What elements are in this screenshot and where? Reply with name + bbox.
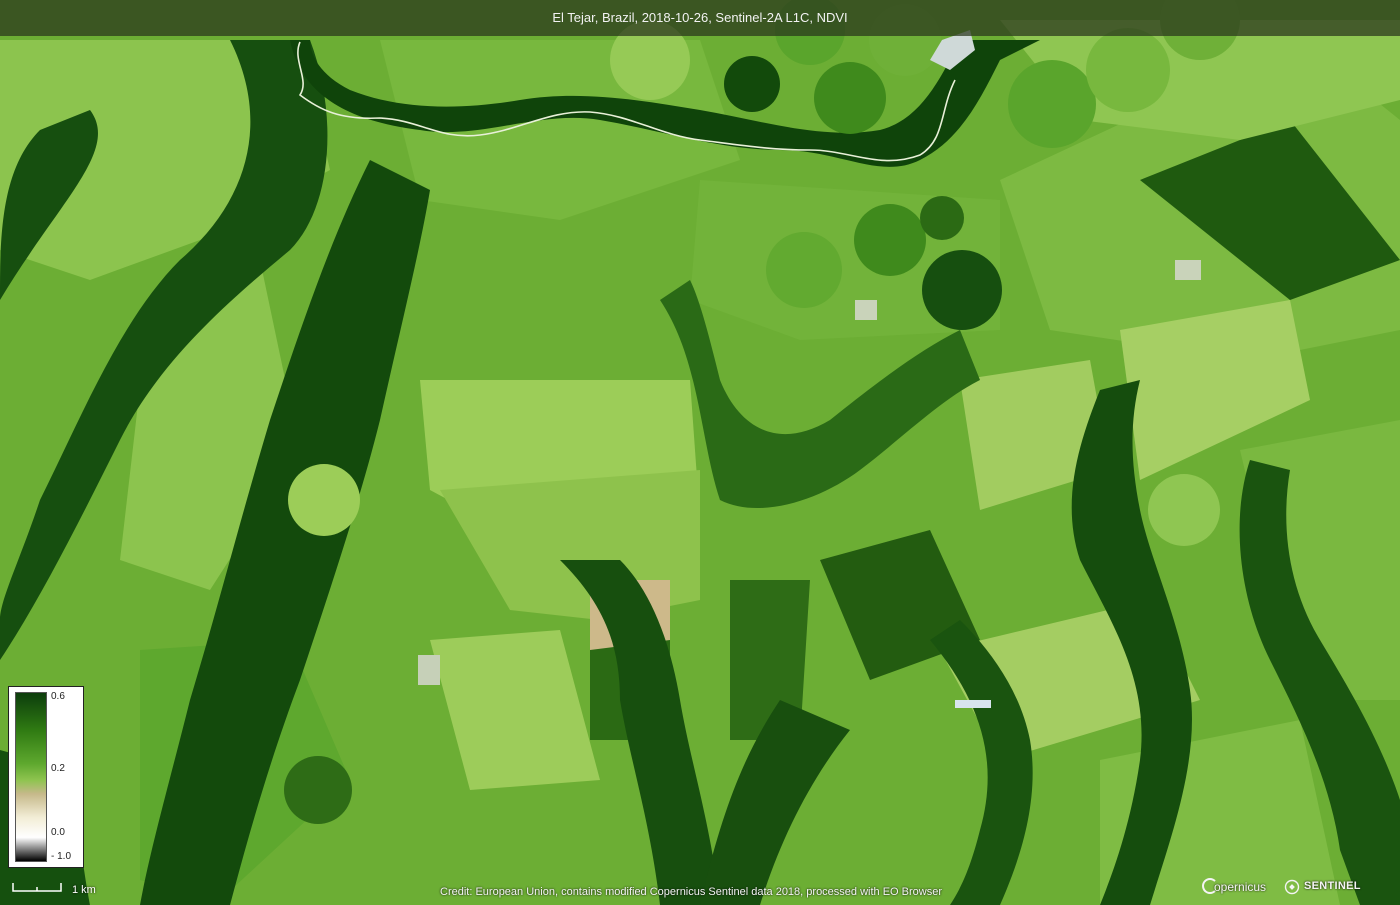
sentinel-logo: SENTINEL: [1284, 876, 1368, 898]
farm-buildings: [1175, 260, 1201, 280]
pivot-field: [922, 250, 1002, 330]
legend-tick-mid: 0.2: [51, 763, 65, 774]
pivot-field: [284, 756, 352, 824]
sentinel-logo-text: SENTINEL: [1304, 880, 1361, 892]
scale-bar-icon: [12, 883, 62, 892]
legend-color-ramp: [15, 692, 47, 862]
farm-buildings: [418, 655, 440, 685]
pivot-field: [1086, 28, 1170, 112]
ndvi-legend: 0.6 0.2 0.0 - 1.0: [8, 686, 84, 868]
reservoir: [955, 700, 991, 708]
legend-tick-min: - 1.0: [51, 851, 72, 862]
map-title-bar: El Tejar, Brazil, 2018-10-26, Sentinel-2…: [0, 0, 1400, 36]
pivot-field: [288, 464, 360, 536]
copernicus-logo-text: opernicus: [1214, 880, 1267, 894]
pivot-field: [766, 232, 842, 308]
farm-buildings: [855, 300, 877, 320]
pivot-field: [920, 196, 964, 240]
map-view[interactable]: El Tejar, Brazil, 2018-10-26, Sentinel-2…: [0, 0, 1400, 905]
map-title: El Tejar, Brazil, 2018-10-26, Sentinel-2…: [552, 10, 848, 25]
satellite-icon: [1284, 879, 1300, 895]
pivot-field: [814, 62, 886, 134]
legend-tick-zero: 0.0: [51, 827, 65, 838]
pivot-field: [1008, 60, 1096, 148]
pivot-field: [1148, 474, 1220, 546]
pivot-field: [724, 56, 780, 112]
legend-tick-max: 0.6: [51, 691, 65, 702]
scale-label: 1 km: [72, 884, 96, 896]
copernicus-logo: opernicus: [1202, 876, 1276, 898]
ndvi-satellite-map[interactable]: [0, 0, 1400, 905]
pivot-field: [854, 204, 926, 276]
attribution-credit: Credit: European Union, contains modifie…: [440, 886, 942, 898]
